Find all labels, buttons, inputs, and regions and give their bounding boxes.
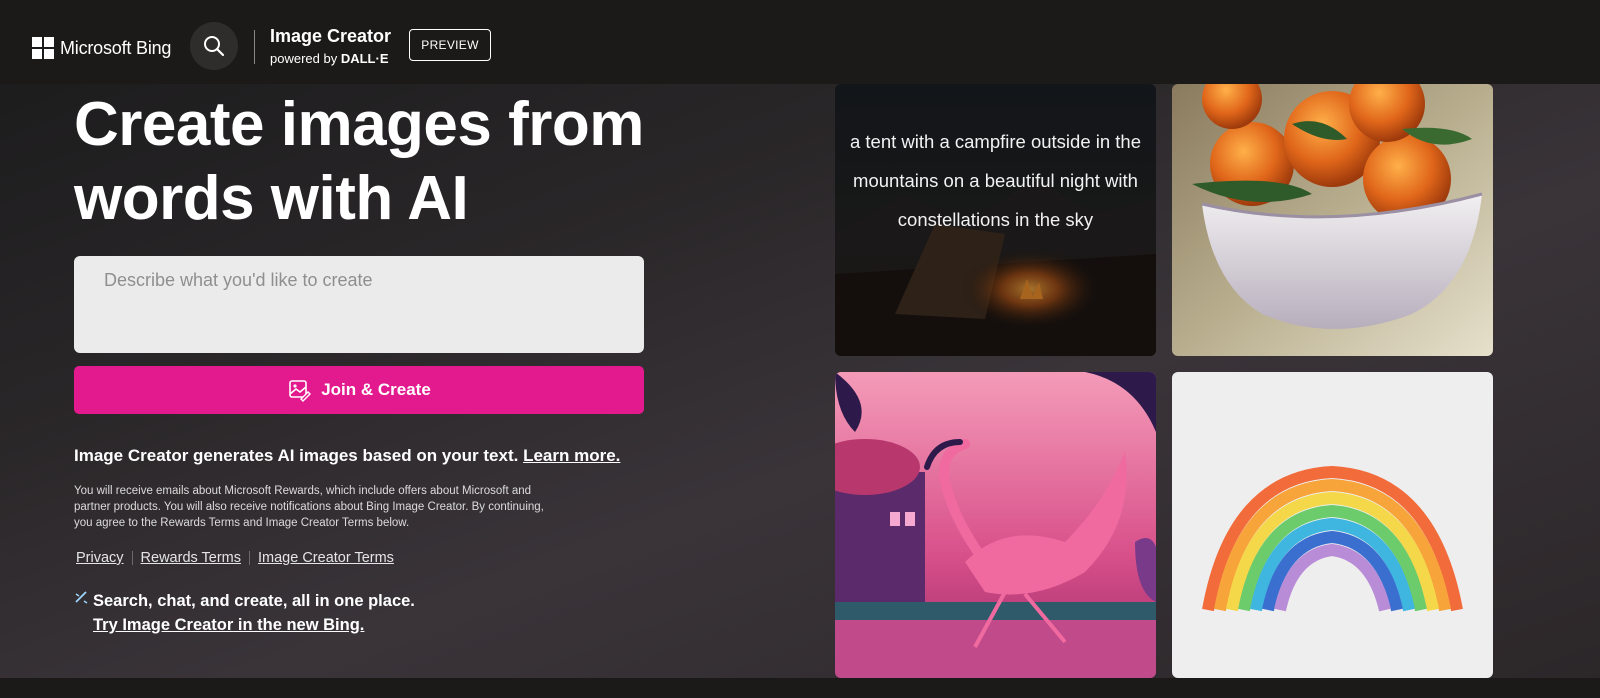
promo-text: Search, chat, and create, all in one pla… — [93, 592, 415, 610]
header-divider — [254, 30, 255, 64]
powered-by-name: DALL·E — [340, 51, 389, 66]
bottom-strip — [0, 678, 1600, 698]
join-create-button[interactable]: Join & Create — [74, 366, 644, 414]
search-button[interactable] — [190, 22, 238, 70]
gallery-image-tent[interactable]: a tent with a campfire outside in the mo… — [835, 84, 1156, 356]
microsoft-logo-icon — [32, 37, 54, 59]
bing-logo[interactable]: Microsoft Bing — [32, 36, 171, 60]
product-title: Image Creator — [270, 26, 392, 46]
gallery-image-flamingo[interactable] — [835, 372, 1156, 678]
learn-more-link[interactable]: Learn more. — [523, 446, 620, 465]
flamingo-image — [835, 372, 1156, 678]
prompt-input[interactable] — [74, 256, 644, 353]
privacy-link[interactable]: Privacy — [76, 550, 124, 566]
preview-button[interactable]: PREVIEW — [409, 29, 491, 61]
rewards-terms-link[interactable]: Rewards Terms — [141, 550, 241, 566]
tile-caption: a tent with a campfire outside in the mo… — [849, 131, 1142, 230]
image-create-icon — [289, 380, 312, 402]
gallery-image-rainbow[interactable] — [1172, 372, 1493, 678]
join-create-label: Join & Create — [321, 380, 431, 399]
oranges-bowl-image — [1172, 84, 1493, 356]
powered-by-prefix: powered by — [270, 51, 338, 66]
brand-name: Microsoft Bing — [60, 37, 172, 58]
search-icon — [204, 36, 225, 57]
terms-links: Privacy Rewards Terms Image Creator Term… — [76, 550, 394, 566]
info-main-text: Image Creator generates AI images based … — [74, 446, 519, 465]
product-title-block[interactable]: Image Creator powered by DALL·E — [270, 26, 391, 66]
top-bar: Microsoft Bing Image Creator powered by … — [0, 0, 1600, 84]
image-creator-terms-link[interactable]: Image Creator Terms — [258, 550, 394, 566]
page-headline: Create images from words with AI — [74, 90, 644, 233]
try-new-bing-link[interactable]: Try Image Creator in the new Bing. — [93, 616, 364, 635]
link-separator — [131, 551, 133, 565]
rewards-disclaimer: You will receive emails about Microsoft … — [74, 485, 544, 529]
gallery-image-oranges[interactable] — [1172, 84, 1493, 356]
powered-by: powered by DALL·E — [270, 51, 391, 66]
info-text: Image Creator generates AI images based … — [74, 446, 620, 466]
link-separator — [249, 551, 250, 565]
paper-rainbow-image — [1172, 372, 1493, 678]
sparkle-icon — [75, 591, 88, 604]
